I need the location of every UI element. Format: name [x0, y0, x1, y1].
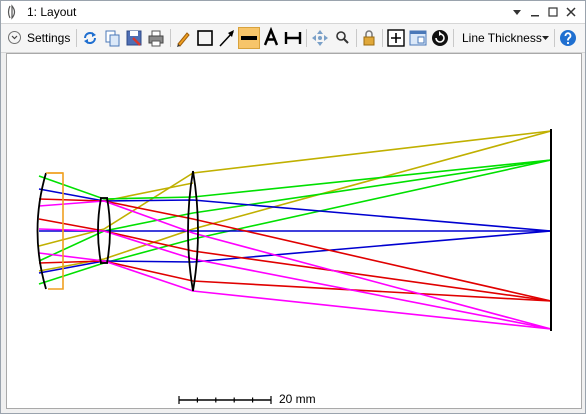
- dimension-icon: [284, 32, 302, 44]
- text-icon: [263, 26, 279, 46]
- rotate-icon: [432, 30, 448, 46]
- rectangle-icon: [197, 30, 213, 46]
- chevron-down-icon: [8, 31, 21, 44]
- lock-button[interactable]: [358, 27, 380, 49]
- zoom-button[interactable]: [331, 27, 353, 49]
- text-button[interactable]: [260, 26, 282, 49]
- fit-button[interactable]: [385, 27, 407, 49]
- refresh-icon: [84, 32, 96, 44]
- ray-blue: [38, 188, 552, 232]
- window-menu-button[interactable]: [509, 4, 525, 20]
- save-icon: [126, 30, 142, 46]
- lock-icon: [363, 30, 375, 46]
- copy-icon: [105, 30, 120, 47]
- ray-magenta: [38, 228, 552, 330]
- fit-icon: [387, 29, 405, 47]
- layout-window: 1: Layout Settings Line Thickness 20 mm: [0, 0, 586, 414]
- scale-bar-label: 20 mm: [279, 392, 316, 406]
- help-icon: [560, 30, 576, 46]
- settings-label: Settings: [27, 31, 71, 45]
- settings-button[interactable]: Settings: [5, 27, 73, 49]
- toolbar-separator: [356, 29, 357, 47]
- minimize-button[interactable]: [527, 4, 543, 20]
- maximize-button[interactable]: [545, 4, 561, 20]
- title-bar: 1: Layout: [1, 1, 585, 24]
- layout-plot-area[interactable]: 20 mm: [6, 53, 582, 409]
- pencil-button[interactable]: [172, 27, 194, 49]
- window-title: 1: Layout: [27, 5, 77, 19]
- toolbar-separator: [382, 29, 383, 47]
- pencil-icon: [177, 32, 190, 47]
- line-thickness-dropdown[interactable]: Line Thickness: [456, 27, 552, 49]
- ray-red: [38, 198, 552, 302]
- toolbar-separator: [453, 29, 454, 47]
- window-icon: [6, 4, 22, 23]
- close-button[interactable]: [563, 4, 579, 20]
- toolbar-separator: [170, 29, 171, 47]
- toolbar: Settings Line Thickness: [1, 24, 585, 53]
- toolbar-separator: [76, 29, 77, 47]
- caret-down-icon: [542, 36, 549, 40]
- pan-icon: [312, 30, 328, 46]
- zoom-icon: [336, 31, 349, 44]
- copy-button[interactable]: [101, 27, 123, 49]
- ray-blue: [38, 230, 552, 274]
- refresh-button[interactable]: [79, 27, 101, 49]
- ray-green: [38, 159, 552, 200]
- save-button[interactable]: [123, 27, 145, 49]
- print-icon: [148, 30, 164, 47]
- ray-red: [38, 260, 552, 302]
- line-icon: [241, 36, 257, 40]
- ray-green: [38, 159, 552, 262]
- line-button[interactable]: [238, 27, 260, 49]
- window-icon: [409, 30, 427, 46]
- optical-layout-drawing: [36, 129, 552, 404]
- help-button[interactable]: [557, 27, 579, 49]
- line-thickness-label: Line Thickness: [462, 31, 542, 45]
- toolbar-separator: [554, 29, 555, 47]
- pan-button[interactable]: [309, 27, 331, 49]
- rectangle-button[interactable]: [194, 27, 216, 49]
- print-button[interactable]: [145, 27, 167, 49]
- dimension-button[interactable]: [282, 27, 304, 49]
- toolbar-separator: [306, 29, 307, 47]
- rotate-button[interactable]: [429, 27, 451, 49]
- window-button[interactable]: [407, 27, 429, 49]
- arrow-icon: [219, 30, 234, 47]
- arrow-button[interactable]: [216, 27, 238, 49]
